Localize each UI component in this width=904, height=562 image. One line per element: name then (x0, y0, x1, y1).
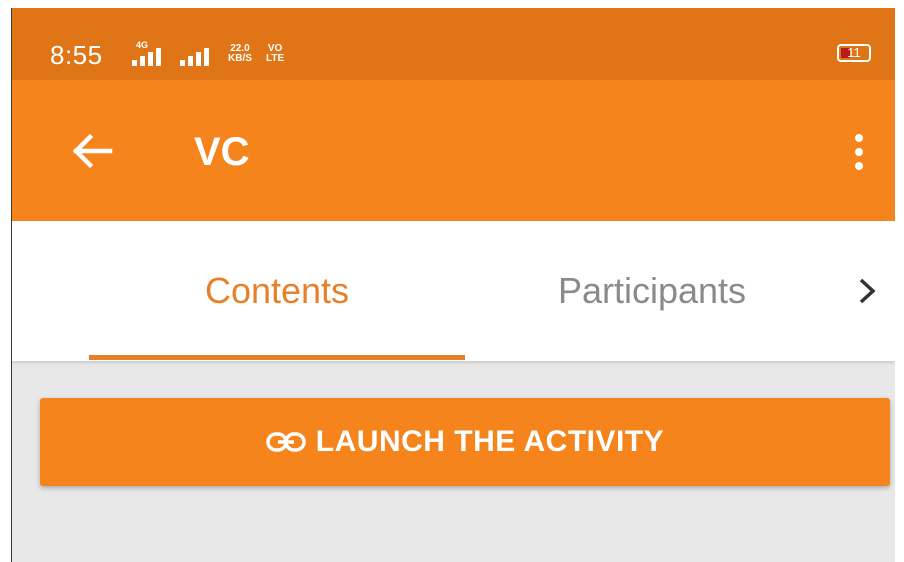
app-screen: 8:55 4G 22.0 KB/S VO LTE 11 VC Contents … (12, 8, 895, 562)
more-vert-icon (855, 134, 863, 142)
status-bar: 8:55 4G 22.0 KB/S VO LTE 11 (12, 8, 895, 80)
chevron-right-icon (859, 278, 876, 304)
signal-icon (132, 48, 161, 66)
status-time: 8:55 (50, 40, 103, 70)
more-options-button[interactable] (839, 124, 879, 180)
launch-activity-label: LAUNCH THE ACTIVITY (315, 425, 665, 458)
battery-level: 11 (847, 45, 861, 60)
volte-icon: VO LTE (266, 44, 284, 64)
page-title: VC (194, 130, 250, 174)
tab-contents[interactable]: Contents (89, 221, 465, 361)
signal-icon (180, 48, 209, 66)
arrow-left-icon (72, 133, 113, 169)
tab-scroll-next-button[interactable] (839, 263, 895, 319)
app-bar: VC (12, 80, 895, 221)
tab-indicator (89, 355, 465, 360)
launch-activity-button[interactable]: LAUNCH THE ACTIVITY (40, 398, 890, 486)
battery-icon: 11 (837, 44, 871, 62)
tab-participants[interactable]: Participants (472, 221, 832, 361)
link-icon (266, 432, 306, 452)
tab-bar: Contents Participants (12, 221, 895, 361)
lte-label: LTE (266, 53, 285, 64)
network-speed-unit: KB/S (228, 53, 252, 64)
back-button[interactable] (64, 126, 120, 176)
network-speed: 22.0 KB/S (228, 44, 252, 64)
